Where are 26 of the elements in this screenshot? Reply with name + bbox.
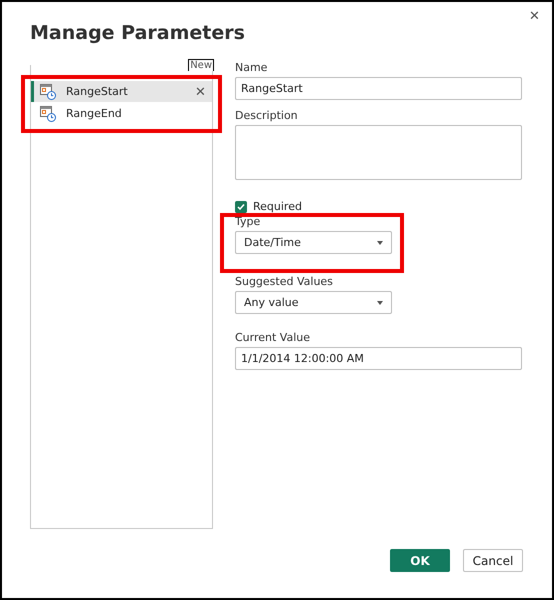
checkbox[interactable] (235, 200, 247, 212)
field-label: Name (235, 61, 268, 74)
field-label: Current Value (235, 331, 312, 344)
parameter-name: RangeEnd (66, 107, 123, 120)
caret-icon (377, 300, 383, 304)
caret-icon (377, 240, 383, 244)
field-label: Type (235, 215, 260, 228)
name-field[interactable]: RangeStart (235, 77, 522, 100)
parameter-item[interactable]: RangeStart ✕ (31, 81, 212, 102)
close-button[interactable]: ✕ (525, 6, 544, 25)
window-title: Manage Parameters (30, 22, 245, 44)
current-value-field[interactable]: 1/1/2014 12:00:00 AM (235, 347, 522, 370)
new-link[interactable]: New (188, 59, 214, 71)
field-label: Description (235, 109, 299, 122)
table-clock-icon (40, 84, 56, 100)
dropdown[interactable]: Any value (235, 291, 392, 314)
description-field[interactable] (235, 125, 522, 180)
parameter-item[interactable]: RangeEnd (31, 103, 212, 124)
remove-button[interactable]: ✕ (195, 84, 206, 99)
dropdown[interactable]: Date/Time (235, 231, 392, 254)
parameter-name: RangeStart (66, 85, 129, 98)
table-clock-icon (40, 106, 56, 122)
checkbox-label: Required (253, 200, 302, 213)
cancel-button[interactable]: Cancel (463, 549, 523, 572)
field-label: Suggested Values (235, 275, 334, 288)
ok-button[interactable]: OK (390, 549, 450, 572)
